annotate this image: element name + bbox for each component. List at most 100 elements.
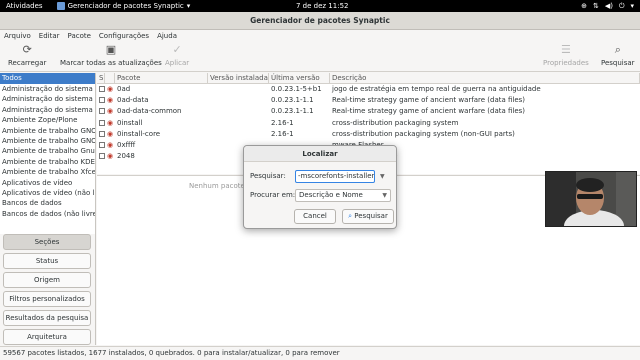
chevron-down-icon: ▾	[630, 2, 634, 10]
window-title: Gerenciador de pacotes Synaptic	[250, 16, 390, 25]
category-item[interactable]: Aplicativos de vídeo	[0, 178, 95, 188]
package-name: 0ad	[117, 85, 131, 93]
network-icon: ⇅	[592, 2, 599, 10]
debian-icon: ◉	[107, 129, 114, 138]
properties-button[interactable]: ☰ Propriedades	[543, 44, 589, 68]
search-in-label: Procurar em:	[250, 191, 296, 199]
table-row[interactable]: ◉ 0ad 0.0.23.1-5+b1 jogo de estratégia em t…	[97, 84, 640, 95]
search-input[interactable]: -mscorefonts-installer	[295, 170, 375, 183]
power-icon: ⏻	[618, 1, 625, 10]
toolbar: ⟳ Recarregar ▣ Marcar todas as atualizaç…	[0, 42, 640, 72]
menu-help[interactable]: Ajuda	[157, 30, 177, 42]
install-checkbox[interactable]	[97, 118, 105, 129]
table-row[interactable]: ◉ 0install 2.16-1 cross-distribution packag…	[97, 118, 640, 129]
status-button[interactable]: Status	[3, 253, 91, 269]
table-row[interactable]: ◉ 0install-core 2.16-1 cross-distribution p…	[97, 129, 640, 140]
column-latest-version[interactable]: Última versão	[269, 73, 330, 83]
install-checkbox[interactable]	[97, 140, 105, 151]
latest-version: 0.0.23.1-1.1	[271, 107, 314, 116]
reload-label: Recarregar	[8, 59, 47, 67]
installed-version	[208, 129, 269, 140]
origin-button[interactable]: Origem	[3, 272, 91, 288]
category-panel: Todos Administração do sistema Administr…	[0, 73, 96, 345]
installed-version	[208, 106, 269, 117]
category-item[interactable]: Ambiente de trabalho Gnustep	[0, 146, 95, 156]
category-item[interactable]: Ambiente de trabalho GNOME	[0, 126, 95, 136]
mark-all-upgrades-label: Marcar todas as atualizações	[60, 59, 162, 67]
category-item[interactable]: Ambiente de trabalho Xfce	[0, 167, 95, 177]
installed-version	[208, 84, 269, 95]
category-item[interactable]: Administração do sistema (não livre)	[0, 105, 95, 115]
latest-version: 0.0.23.1-1.1	[271, 96, 314, 105]
install-checkbox[interactable]	[97, 106, 105, 117]
package-name: 2048	[117, 152, 135, 161]
category-item[interactable]: Bancos de dados	[0, 198, 95, 208]
table-row[interactable]: ◉ 0ad-data 0.0.23.1-1.1 Real-time strategy …	[97, 95, 640, 106]
category-item[interactable]: Administração do sistema (contrib)	[0, 94, 95, 104]
chevron-down-icon: ▾	[186, 2, 191, 10]
activities-button[interactable]: Atividades	[6, 2, 43, 10]
latest-version: 0.0.23.1-5+b1	[271, 85, 322, 93]
volume-icon: ◀)	[604, 2, 613, 10]
debian-icon: ◉	[107, 85, 114, 93]
custom-filters-button[interactable]: Filtros personalizados	[3, 291, 91, 307]
column-status[interactable]: S	[97, 73, 105, 83]
status-bar: 59567 pacotes listados, 1677 instalados,…	[0, 346, 640, 360]
column-description[interactable]: Descrição	[330, 73, 640, 83]
menu-edit[interactable]: Editar	[39, 30, 60, 42]
app-menu[interactable]: Gerenciador de pacotes Synaptic ▾	[56, 2, 191, 10]
menu-file[interactable]: Arquivo	[4, 30, 31, 42]
package-description: Real-time strategy game of ancient warfa…	[332, 107, 526, 116]
search-results-button[interactable]: Resultados da pesquisa	[3, 310, 91, 326]
install-checkbox[interactable]	[97, 129, 105, 140]
column-package[interactable]: Pacote	[115, 73, 208, 83]
find-button[interactable]: ⌕ Pesquisar	[342, 209, 394, 224]
package-description: cross-distribution packaging system	[332, 118, 459, 127]
search-in-value: Descrição e Nome	[299, 191, 363, 199]
webcam-person-image	[546, 172, 636, 226]
webcam-overlay	[545, 171, 637, 227]
category-item[interactable]: Administração do sistema	[0, 84, 95, 94]
cancel-button[interactable]: Cancel	[294, 209, 336, 224]
category-item[interactable]: Ambiente Zope/Plone	[0, 115, 95, 125]
category-item[interactable]: Aplicativos de vídeo (não livre)	[0, 188, 95, 198]
search-button[interactable]: ⌕ Pesquisar	[601, 44, 635, 68]
package-name: 0install	[117, 118, 143, 127]
clock[interactable]: 7 de dez 11:52	[296, 2, 348, 10]
search-label: Pesquisar	[601, 59, 635, 67]
column-support[interactable]	[105, 73, 115, 83]
apply-label: Aplicar	[165, 59, 190, 67]
category-item[interactable]: Ambiente de trabalho KDE	[0, 157, 95, 167]
mark-all-upgrades-button[interactable]: ▣ Marcar todas as atualizações	[60, 44, 162, 68]
architecture-button[interactable]: Arquitetura	[3, 329, 91, 345]
system-tray[interactable]: ⊕ ⇅ ◀) ⏻ ▾	[581, 2, 634, 11]
category-item[interactable]: Ambiente de trabalho GNOME (contrib)	[0, 136, 95, 146]
apply-button[interactable]: ✓ Aplicar	[165, 44, 190, 68]
debian-icon: ◉	[107, 152, 114, 161]
search-in-select[interactable]: Descrição e Nome ▼	[295, 189, 391, 202]
dialog-title: Localizar	[244, 146, 396, 162]
reload-icon: ⟳	[22, 43, 32, 56]
search-history-dropdown-icon[interactable]: ▼	[380, 173, 385, 180]
table-row[interactable]: ◉ 0ad-data-common 0.0.23.1-1.1 Real-time st…	[97, 106, 640, 117]
menu-settings[interactable]: Configurações	[99, 30, 149, 42]
installed-version	[208, 95, 269, 106]
install-checkbox[interactable]	[97, 151, 105, 162]
latest-version: 2.16-1	[271, 129, 294, 138]
reload-button[interactable]: ⟳ Recarregar	[8, 43, 47, 68]
package-description: cross-distribution packaging system (non…	[332, 129, 515, 138]
latest-version: 2.16-1	[271, 118, 294, 127]
category-all[interactable]: Todos	[0, 73, 95, 84]
install-checkbox[interactable]	[97, 84, 105, 95]
sections-button[interactable]: Seções	[3, 234, 91, 250]
install-checkbox[interactable]	[97, 95, 105, 106]
menu-package[interactable]: Pacote	[68, 30, 91, 42]
category-item[interactable]: Bancos de dados (não livre)	[0, 209, 95, 219]
column-installed-version[interactable]: Versão instalada	[208, 73, 269, 83]
package-name: 0install-core	[117, 129, 161, 138]
package-description: Real-time strategy game of ancient warfa…	[332, 96, 526, 105]
synaptic-app-icon	[56, 2, 65, 10]
table-header: S Pacote Versão instalada Última versão …	[97, 73, 640, 84]
package-name: 0ad-data-common	[117, 107, 182, 116]
package-name: 0xffff	[117, 140, 136, 149]
